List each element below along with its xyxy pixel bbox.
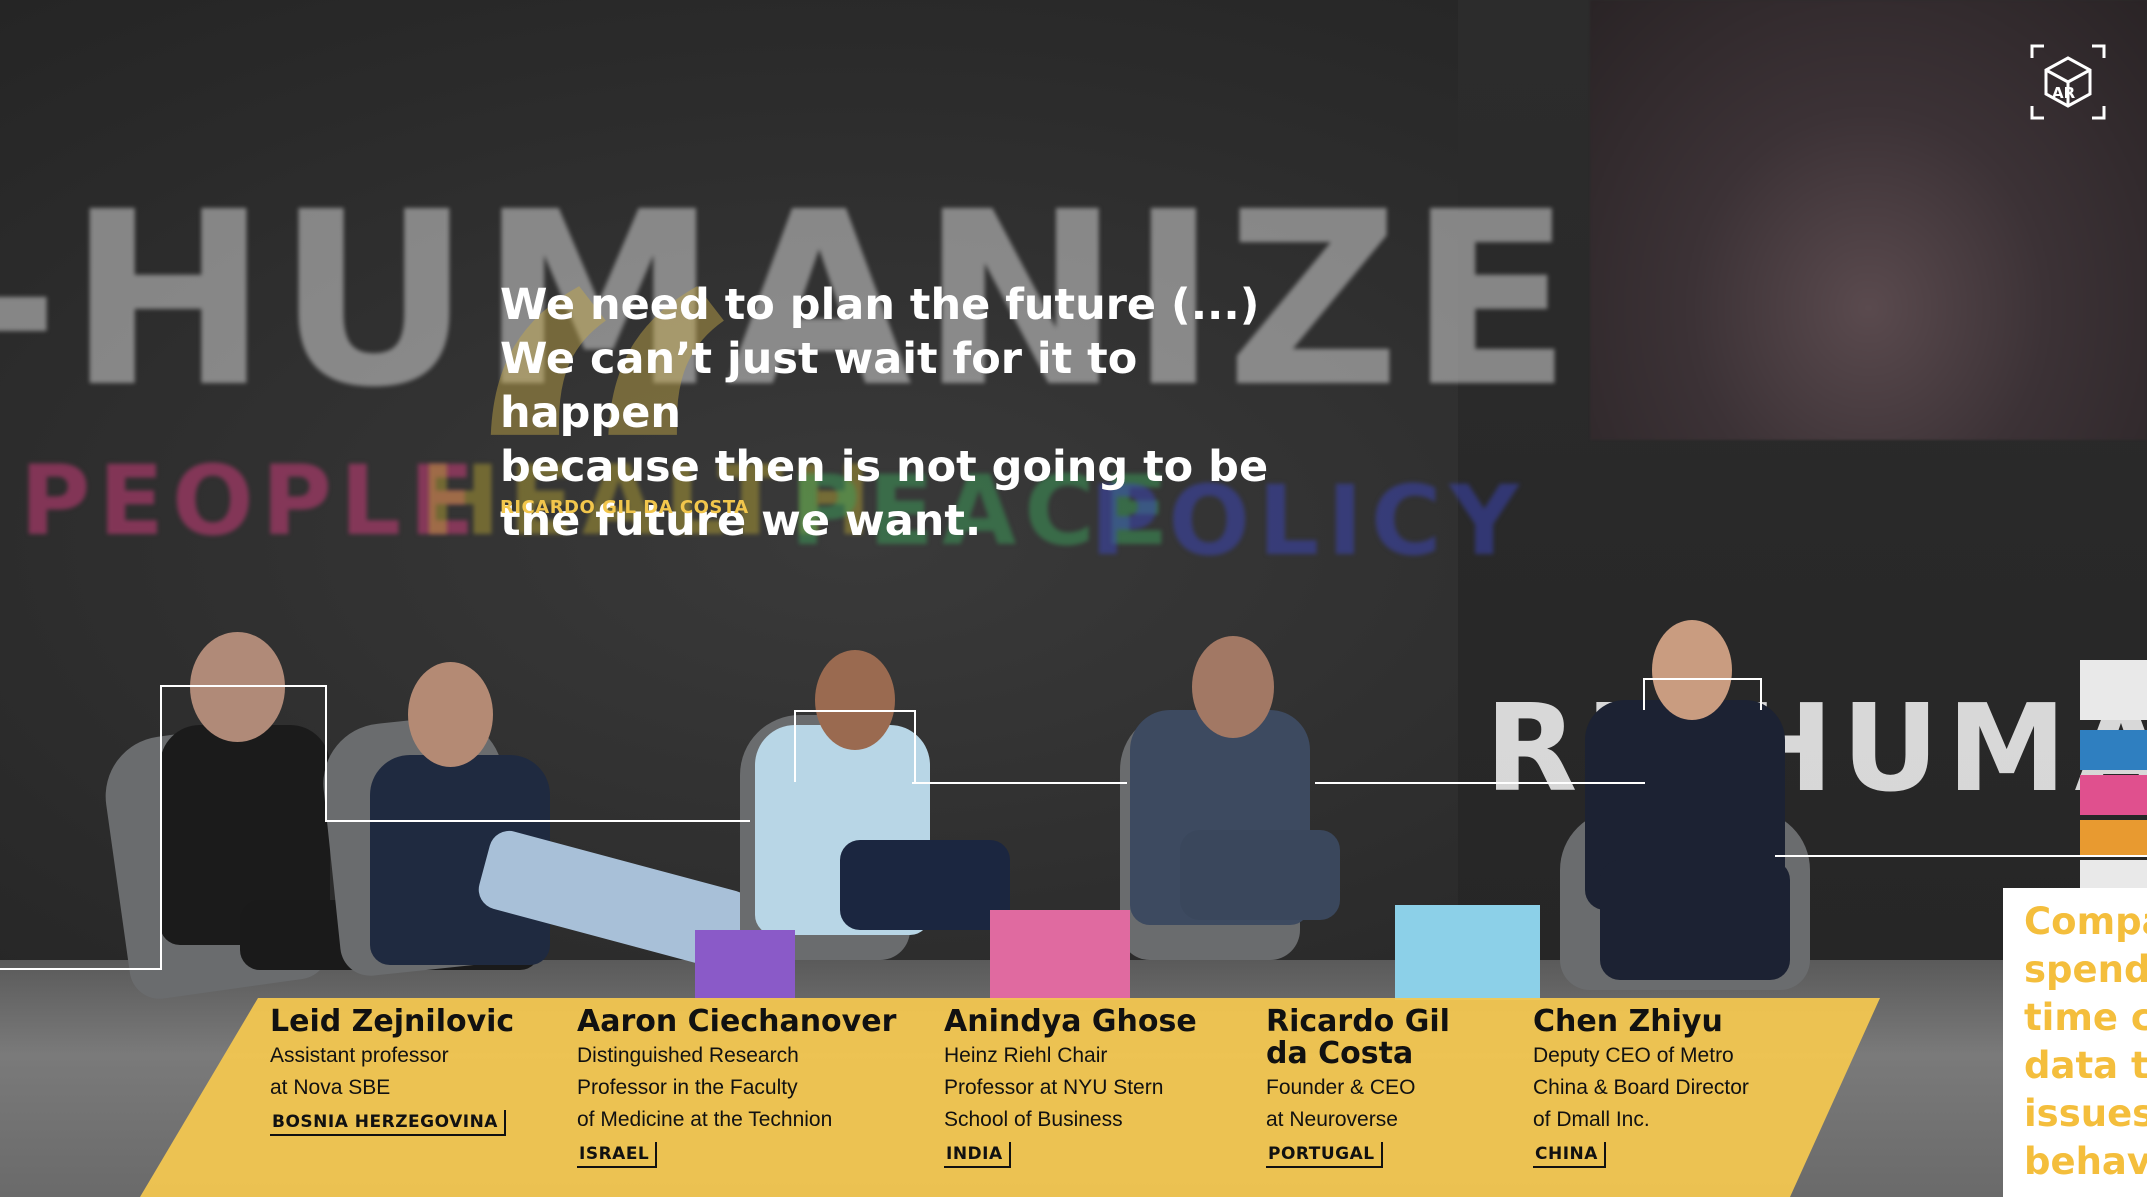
speaker-role: Heinz Riehl Chair Professor at NYU Stern… — [944, 1044, 1164, 1131]
speaker-name: Chen Zhiyu — [1533, 1004, 1723, 1039]
stage-table-purple — [695, 930, 795, 1000]
speaker-role: Assistant professor at Nova SBE — [270, 1044, 449, 1099]
speaker-name: Leid Zejnilovic — [270, 1004, 515, 1039]
color-strips-decoration — [2080, 660, 2147, 900]
connector-line-1 — [0, 685, 162, 970]
speaker-name: Ricardo Gil da Costa — [1266, 1004, 1450, 1071]
speaker-name: Aaron Ciechanover — [577, 1004, 897, 1039]
connector-line-2b — [325, 820, 750, 822]
backdrop-pillar-people: PEOPLE — [20, 445, 483, 557]
connector-line-1b — [0, 968, 162, 970]
speaker-card-5: Chen Zhiyu Deputy CEO of Metro China & B… — [1533, 1006, 1749, 1168]
ar-cube-icon[interactable]: AR — [2030, 44, 2106, 120]
speaker-role: Deputy CEO of Metro China & Board Direct… — [1533, 1044, 1749, 1131]
stage-table-pink — [990, 910, 1130, 1000]
speaker-card-2: Aaron Ciechanover Distinguished Research… — [577, 1006, 896, 1168]
connector-line-3 — [794, 710, 916, 782]
connector-line-1c — [160, 685, 325, 687]
speaker-name: Anindya Ghose — [944, 1004, 1197, 1039]
connector-line-5b — [1775, 855, 2147, 857]
speaker-country-tag: BOSNIA HERZEGOVINA — [270, 1110, 506, 1136]
speaker-card-4: Ricardo Gil da Costa Founder & CEO at Ne… — [1266, 1006, 1450, 1168]
speaker-country-tag: INDIA — [944, 1142, 1011, 1168]
connector-line-4 — [1315, 782, 1645, 784]
speaker-country-tag: ISRAEL — [577, 1142, 658, 1168]
svg-text:AR: AR — [2052, 84, 2076, 102]
speaker-country-tag: PORTUGAL — [1266, 1142, 1383, 1168]
speaker-card-1: Leid Zejnilovic Assistant professor at N… — [270, 1006, 514, 1136]
speaker-card-3: Anindya Ghose Heinz Riehl Chair Professo… — [944, 1006, 1197, 1168]
connector-line-5 — [1643, 678, 1762, 710]
speaker-role: Founder & CEO at Neuroverse — [1266, 1076, 1416, 1131]
connector-line-2 — [325, 685, 327, 820]
quote-author: RICARDO GIL DA COSTA — [500, 497, 749, 518]
side-stat-text: Compa spend time c data t issues behav — [2024, 900, 2147, 1183]
speaker-country-tag: CHINA — [1533, 1142, 1606, 1168]
connector-line-3b — [912, 782, 1127, 784]
speaker-role: Distinguished Research Professor in the … — [577, 1044, 833, 1131]
stage-table-blue — [1395, 905, 1540, 1000]
